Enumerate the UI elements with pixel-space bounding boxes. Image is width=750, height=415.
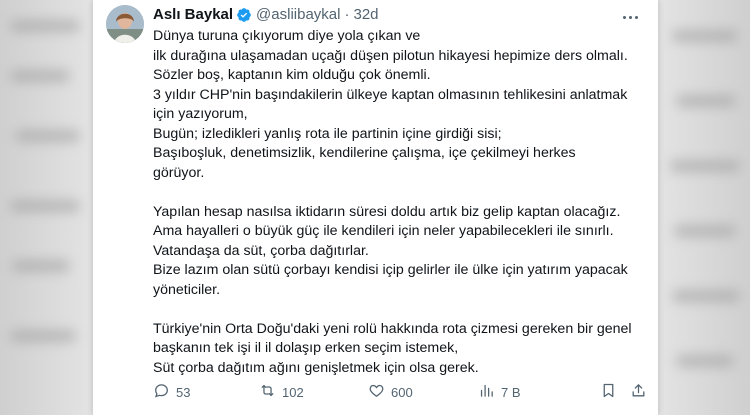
bookmark-button[interactable] [600,380,617,404]
tweet-text: Dünya turuna çıkıyorum diye yola çıkan v… [153,27,648,398]
retweet-button[interactable]: 102 [259,380,304,404]
bookmark-icon [600,382,617,402]
tweet-line: ilk durağına ulaşamadan uçağı düşen pilo… [153,47,628,64]
tweet-line: yöneticiler. [153,281,221,298]
tweet-card[interactable]: Aslı Baykal @asliibaykal · 32d Dünya tur… [93,0,658,415]
tweet-line: Başıboşluk, denetimsizlik, kendilerine ç… [153,145,576,161]
reply-count: 53 [176,384,191,400]
tweet-line: Vatandaşa da süt, çorba dağıtırlar. [153,242,369,259]
tweet-timestamp[interactable]: 32d [353,6,378,23]
tweet-line: Bize lazım olan sütü çorbayı kendisi içi… [153,262,628,278]
author-name[interactable]: Aslı Baykal [153,6,233,23]
views-button[interactable]: 7 B [478,380,521,404]
tweet-paragraph: Dünya turuna çıkıyorum diye yola çıkan v… [153,27,648,183]
tweet-line: Ama hayalleri o büyük güç ile kendileri … [153,223,614,239]
avatar[interactable] [106,5,144,43]
retweet-icon [259,382,276,402]
tweet-actions: 53 102 600 7 B [153,380,648,404]
tweet-line: Bugün; izledikleri yanlış rota ile parti… [153,125,502,142]
analytics-icon [478,382,495,402]
tweet-line: Süt çorba dağıtım ağını genişletmek için… [153,359,479,376]
tweet-line: Yapılan hesap nasılsa iktidarın süresi d… [153,203,621,220]
share-icon [630,382,647,402]
more-options-icon[interactable] [620,9,640,25]
tweet-header: Aslı Baykal @asliibaykal · 32d [153,6,379,23]
like-count: 600 [391,384,413,400]
tweet-line: Türkiye'nin Orta Doğu'daki yeni rolü hak… [153,320,632,337]
tweet-line: Sözler boş, kaptanın kim olduğu çok önem… [153,67,431,83]
tweet-line: 3 yıldır CHP'nin başındakilerin ülkeye k… [153,86,628,103]
reply-icon [153,382,170,402]
separator-dot: · [344,6,350,23]
tweet-paragraph: Yapılan hesap nasılsa iktidarın süresi d… [153,203,648,301]
author-handle[interactable]: @asliibaykal [256,6,340,23]
reply-button[interactable]: 53 [153,380,190,404]
view-count: 7 B [501,384,521,400]
tweet-line: görüyor. [153,164,205,181]
tweet-paragraph: Türkiye'nin Orta Doğu'daki yeni rolü hak… [153,320,648,379]
tweet-line: başkanın tek işi il il dolaşıp erken seç… [153,340,459,356]
tweet-line: Dünya turuna çıkıyorum diye yola çıkan v… [153,28,421,44]
heart-icon [368,382,385,402]
tweet-line: için yazıyorum, [153,106,248,122]
like-button[interactable]: 600 [368,380,413,404]
retweet-count: 102 [282,384,304,400]
verified-badge-icon [236,7,252,23]
screenshot-stage: Aslı Baykal @asliibaykal · 32d Dünya tur… [0,0,750,415]
share-button[interactable] [630,380,647,404]
